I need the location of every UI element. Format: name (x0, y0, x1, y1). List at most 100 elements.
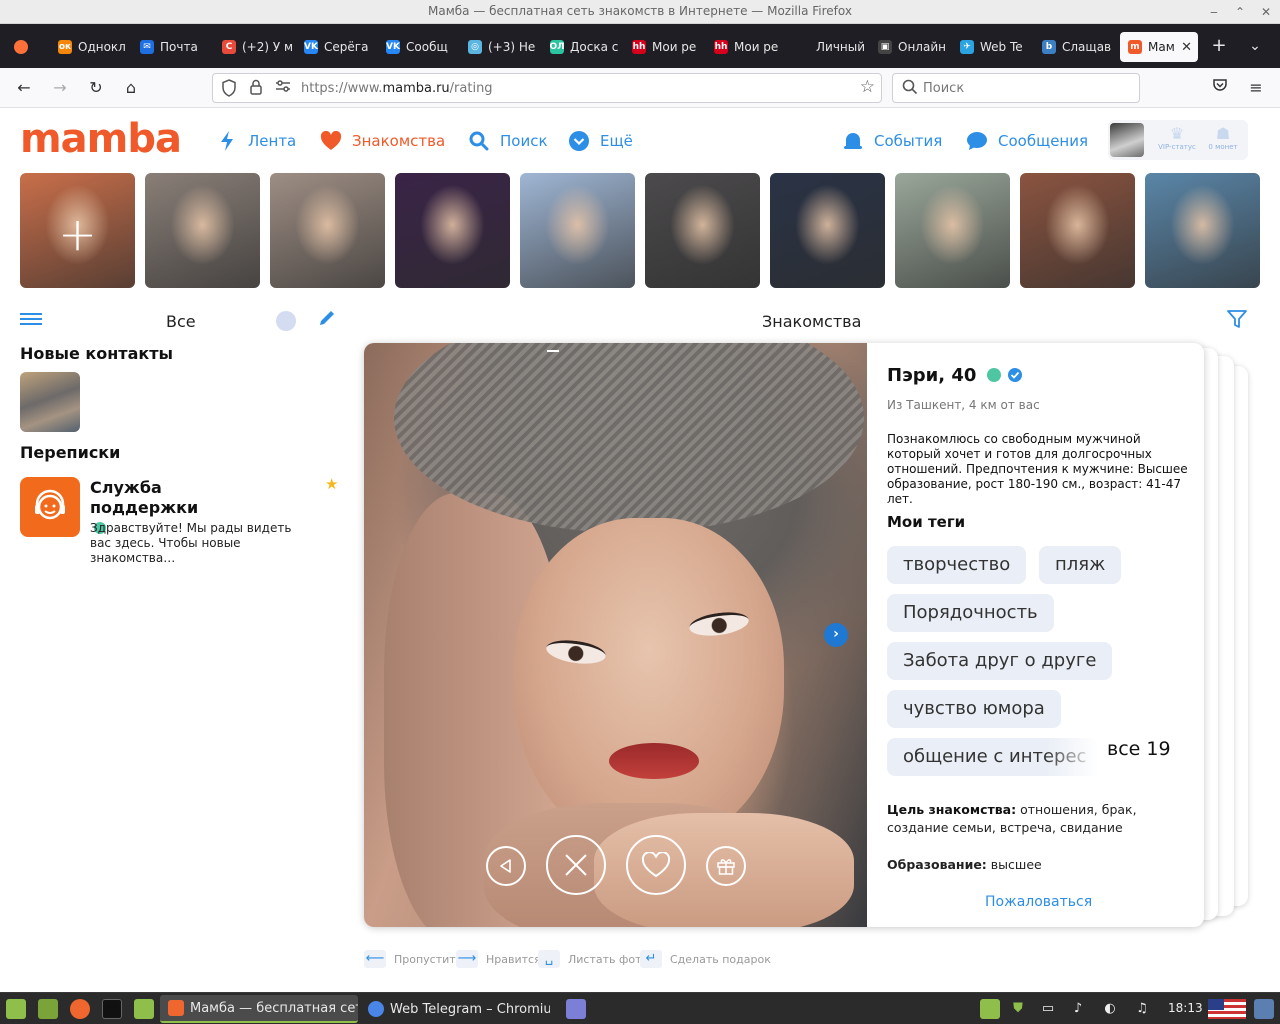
story-item[interactable] (770, 173, 885, 288)
filter-icon[interactable] (1226, 308, 1248, 330)
us-flag-icon[interactable] (1208, 999, 1246, 1019)
lock-icon[interactable] (249, 79, 263, 99)
story-item[interactable] (145, 173, 260, 288)
close-icon[interactable]: ✕ (1256, 2, 1276, 22)
tag-chip[interactable]: чувство юмора (887, 690, 1061, 728)
back-button[interactable]: ← (12, 76, 36, 100)
tab-2[interactable]: С (+2) У м (214, 32, 294, 62)
reload-button[interactable]: ↻ (84, 76, 108, 100)
new-contact-avatar[interactable] (20, 372, 80, 432)
tab-label: (+3) Не (488, 40, 536, 54)
tab-5[interactable]: ◎ (+3) Не (460, 32, 540, 62)
my-avatar[interactable] (1110, 123, 1144, 157)
tab-12[interactable]: b Слащав (1034, 32, 1114, 62)
tag-chip[interactable]: Забота друг о друге (887, 642, 1113, 680)
pocket-icon[interactable] (1208, 76, 1232, 100)
story-item[interactable] (270, 173, 385, 288)
network-tray-icon[interactable] (980, 999, 1000, 1019)
menu-znakomstva[interactable]: Знакомства (320, 130, 445, 152)
add-story-button[interactable]: + (20, 173, 135, 288)
contacts-filter-label[interactable]: Все (166, 312, 196, 331)
taskbar-window-firefox[interactable]: Мамба — бесплатная сеть... (160, 995, 358, 1023)
star-icon[interactable]: ★ (325, 475, 338, 493)
report-link[interactable]: Пожаловаться (985, 894, 1092, 910)
terminal-icon[interactable] (102, 999, 122, 1019)
story-item[interactable] (1145, 173, 1260, 288)
tab-6[interactable]: OЛ Доска с (542, 32, 622, 62)
tab-9[interactable]: Личный ка (788, 32, 868, 62)
display-tray-icon[interactable]: ▭ (1038, 999, 1058, 1019)
menu-lenta[interactable]: Лента (216, 130, 296, 152)
close-tab-icon[interactable]: ✕ (1181, 40, 1192, 55)
menu-poisk[interactable]: Поиск (468, 130, 548, 152)
volume-icon[interactable]: ♫ (1132, 999, 1152, 1019)
tag-chip[interactable]: общение с интерес (887, 738, 1099, 776)
menu-soobshcheniya[interactable]: Сообщения (966, 130, 1088, 152)
tag-chip[interactable]: Порядочность (887, 594, 1054, 632)
clock[interactable]: 18:13 (1168, 1001, 1203, 1015)
forward-button[interactable]: → (48, 76, 72, 100)
taskbar-window-chromium[interactable]: Web Telegram – Chromium (360, 995, 550, 1023)
tab-11[interactable]: ✈ Web Te (952, 32, 1032, 62)
user-tray-icon[interactable] (1254, 999, 1274, 1019)
vip-status-button[interactable]: ♛ VIP-статус (1152, 124, 1202, 151)
notification-bell-icon[interactable]: ♪ (1068, 999, 1088, 1019)
tab-0[interactable]: ок Однокл (50, 32, 130, 62)
url-text[interactable]: https://www.mamba.ru/rating (301, 81, 493, 96)
story-item[interactable] (520, 173, 635, 288)
profile-photo[interactable]: › (364, 343, 867, 927)
story-item[interactable] (895, 173, 1010, 288)
support-last-message[interactable]: Здравствуйте! Мы рады видеть вас здесь. … (90, 521, 300, 566)
update-tray-icon[interactable]: ◐ (1100, 999, 1120, 1019)
maximize-icon[interactable]: ⌃ (1230, 2, 1250, 22)
tab-favicon-icon: b (1042, 40, 1056, 54)
menu-eshche[interactable]: Ещё (568, 130, 633, 152)
new-tab-button[interactable]: + (1208, 32, 1230, 62)
story-item[interactable] (395, 173, 510, 288)
tag-chip[interactable]: творчество (887, 546, 1027, 584)
next-photo-button[interactable]: › (824, 623, 848, 647)
like-button[interactable] (626, 835, 686, 895)
tab-8[interactable]: hh Мои ре (706, 32, 786, 62)
gift-button[interactable] (706, 846, 746, 886)
tab-3[interactable]: VK Серёга (296, 32, 376, 62)
hamburger-menu-icon[interactable]: ≡ (1244, 76, 1268, 100)
mint-menu-icon[interactable] (6, 999, 26, 1019)
list-icon[interactable] (20, 310, 44, 330)
profile-block: ♛ VIP-статус ☗ 0 монет (1108, 120, 1248, 160)
tab-list-chevron-icon[interactable]: ⌄ (1244, 32, 1266, 62)
tab-favicon-icon: ◎ (468, 40, 482, 54)
home-button[interactable]: ⌂ (119, 76, 143, 100)
minimize-icon[interactable]: ‒ (1204, 2, 1224, 22)
tab-1[interactable]: ✉ Почта (132, 32, 212, 62)
story-item[interactable] (645, 173, 760, 288)
bookmark-star-icon[interactable]: ☆ (860, 77, 875, 97)
files-icon[interactable] (134, 999, 154, 1019)
all-tags-link[interactable]: все 19 (1107, 738, 1171, 760)
search-bar[interactable]: Поиск (892, 73, 1140, 103)
status-dot[interactable] (276, 311, 296, 331)
shield-tray-icon[interactable]: ⛊ (1008, 999, 1028, 1019)
tab-10[interactable]: ▣ Онлайн (870, 32, 950, 62)
tab-4[interactable]: VK Сообщ (378, 32, 458, 62)
menu-sobytiya[interactable]: События (842, 130, 942, 152)
mamba-logo[interactable]: mamba (20, 116, 182, 162)
url-bar[interactable]: https://www.mamba.ru/rating ☆ (212, 73, 882, 103)
show-desktop-icon[interactable] (38, 999, 58, 1019)
permissions-icon[interactable] (275, 79, 291, 97)
firefox-icon[interactable] (4, 32, 38, 62)
firefox-launcher-icon[interactable] (70, 999, 90, 1019)
shield-icon[interactable] (221, 79, 237, 101)
support-avatar[interactable] (20, 477, 80, 537)
new-contacts-heading: Новые контакты (20, 344, 173, 363)
tab-7[interactable]: hh Мои ре (624, 32, 704, 62)
back-action-button[interactable] (486, 846, 526, 886)
skip-button[interactable] (546, 835, 606, 895)
tab-label: Почта (160, 40, 198, 54)
text-editor-icon[interactable] (566, 999, 586, 1019)
story-item[interactable] (1020, 173, 1135, 288)
tab-13[interactable]: m Мам ✕ (1120, 32, 1198, 62)
pencil-icon[interactable] (318, 309, 336, 332)
tag-chip[interactable]: пляж (1039, 546, 1122, 584)
coins-button[interactable]: ☗ 0 монет (1198, 124, 1248, 151)
